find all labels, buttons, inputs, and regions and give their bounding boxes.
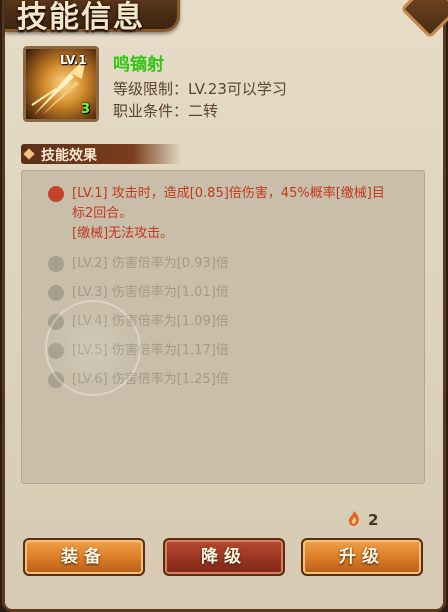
skill-icon: LV.1 3 [23, 46, 99, 122]
swirl-icon [48, 256, 64, 272]
panel-title: 技能信息 [17, 0, 145, 35]
effect-text-line3: [缴械]无法攻击。 [72, 226, 174, 241]
swirl-icon [48, 186, 64, 202]
section-title: 技能效果 [41, 148, 97, 164]
equip-button[interactable]: 装备 [23, 538, 145, 576]
skill-icon-level: LV.1 [60, 53, 87, 67]
effect-text-line2: 标2回合。 [72, 206, 133, 221]
effect-text-line1: [LV.1] 攻击时，造成[0.85]倍伤害，45%概率[缴械]目 [72, 186, 385, 201]
swirl-icon [48, 285, 64, 301]
effect-text: [LV.3] 伤害倍率为[1.01]倍 [72, 285, 229, 300]
downgrade-button[interactable]: 降级 [163, 538, 285, 576]
job-requirement: 职业条件：二转 [113, 102, 219, 120]
skill-info-panel: 技能信息 LV.1 3 鸣镝射 等级限制：LV.23可以学习 职业条件：二转 技… [2, 0, 448, 612]
touch-ripple [45, 300, 141, 396]
close-icon[interactable] [400, 0, 448, 39]
skill-name: 鸣镝射 [113, 55, 164, 75]
upgrade-button[interactable]: 升级 [301, 538, 423, 576]
currency-count: 2 [368, 511, 379, 529]
level-requirement: 等级限制：LV.23可以学习 [113, 80, 287, 98]
scroll-fire-icon [348, 511, 359, 526]
skill-icon-count: 3 [80, 102, 90, 117]
effect-text: [LV.2] 伤害倍率为[0.93]倍 [72, 256, 229, 271]
